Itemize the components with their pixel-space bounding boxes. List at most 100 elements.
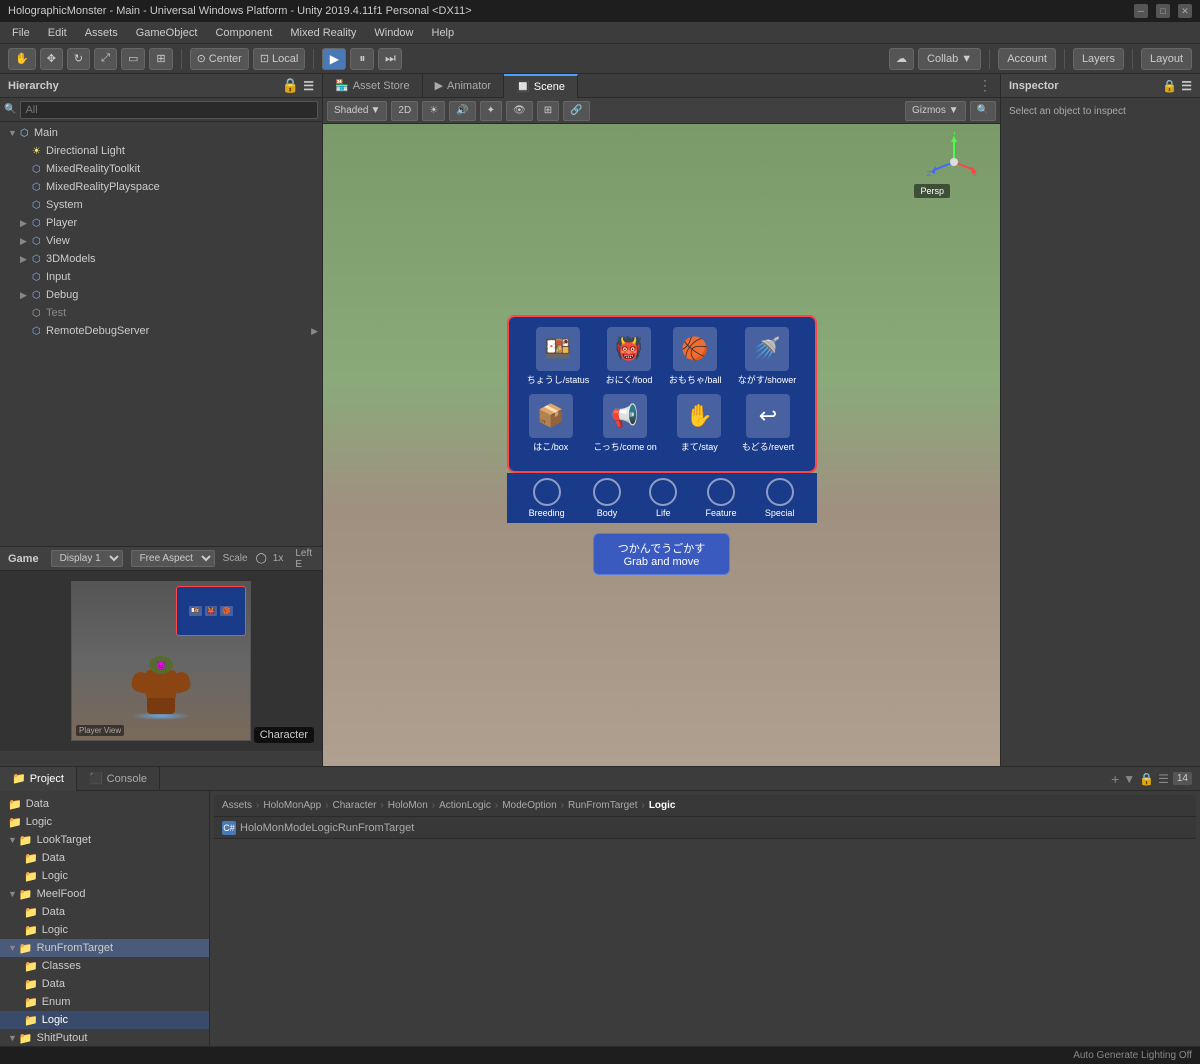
search-scene-btn[interactable]: 🔍 <box>970 101 996 121</box>
close-button[interactable]: ✕ <box>1178 4 1192 18</box>
tab-breeding[interactable]: Breeding <box>529 478 565 518</box>
gizmos-button[interactable]: Gizmos ▼ <box>905 101 966 121</box>
hierarchy-lock-icon[interactable]: 🔒 <box>282 77 299 94</box>
transform-tool[interactable]: ⊞ <box>149 48 172 70</box>
menu-mixed-reality[interactable]: Mixed Reality <box>282 25 364 41</box>
options-icon[interactable]: ⋮ <box>978 77 992 94</box>
add-button[interactable]: + <box>1111 771 1119 787</box>
breadcrumb-assets[interactable]: Assets <box>222 800 252 811</box>
tree-rft-logic-selected[interactable]: 📁 Logic <box>0 1011 209 1029</box>
effects-button[interactable]: ✦ <box>480 101 502 121</box>
menu-component[interactable]: Component <box>207 25 280 41</box>
inspector-menu-icon[interactable]: ☰ <box>1181 79 1192 93</box>
tree-item-3dmodels[interactable]: ▶ ⬡ 3DModels <box>0 250 322 268</box>
tab-console[interactable]: ⬛ Console <box>77 767 160 791</box>
tree-item-debug[interactable]: ▶ ⬡ Debug <box>0 286 322 304</box>
breadcrumb-modeoption[interactable]: ModeOption <box>502 800 556 811</box>
file-item[interactable]: C# HoloMonModeLogicRunFromTarget <box>214 817 1196 839</box>
scale-tool[interactable]: ⤢ <box>94 48 117 70</box>
rotate-tool[interactable]: ↻ <box>67 48 90 70</box>
tab-feature[interactable]: Feature <box>706 478 737 518</box>
cloud-button[interactable]: ☁ <box>889 48 914 70</box>
layout-button[interactable]: Layout <box>1141 48 1192 70</box>
more-button[interactable]: ▼ <box>1123 772 1135 786</box>
menu-help[interactable]: Help <box>424 25 463 41</box>
menu-gameobject[interactable]: GameObject <box>128 25 206 41</box>
menu-edit[interactable]: Edit <box>40 25 75 41</box>
grab-button[interactable]: つかんでうごかす Grab and move <box>593 533 730 575</box>
inspector-lock-icon[interactable]: 🔒 <box>1162 79 1177 93</box>
tree-item-remotedebugserver[interactable]: ⬡ RemoteDebugServer ▶ <box>0 322 322 340</box>
breadcrumb-actionlogic[interactable]: ActionLogic <box>439 800 491 811</box>
2d-button[interactable]: 2D <box>391 101 418 121</box>
tree-looktarget-folder[interactable]: ▼ 📁 LookTarget <box>0 831 209 849</box>
game-item-stay[interactable]: ✋ まて/stay <box>677 394 721 453</box>
tab-body[interactable]: Body <box>593 478 621 518</box>
grid-button[interactable]: ⊞ <box>537 101 559 121</box>
tab-asset-store[interactable]: 🏪 Asset Store <box>323 74 423 98</box>
hierarchy-menu-icon[interactable]: ☰ <box>303 79 314 93</box>
tab-scene[interactable]: 🔲 Scene <box>504 74 578 98</box>
step-button[interactable]: ⏭ <box>378 48 402 70</box>
move-tool[interactable]: ✥ <box>40 48 63 70</box>
maximize-button[interactable]: □ <box>1156 4 1170 18</box>
center-button[interactable]: ⊙ Center <box>190 48 249 70</box>
tree-item-main[interactable]: ▼ ⬡ Main <box>0 124 322 142</box>
tree-item-mixedrealityplayspace[interactable]: ⬡ MixedRealityPlayspace <box>0 178 322 196</box>
pause-button[interactable]: ⏸ <box>350 48 374 70</box>
tree-looktarget-logic[interactable]: 📁 Logic <box>0 867 209 885</box>
tree-item-input[interactable]: ⬡ Input <box>0 268 322 286</box>
tree-item-mixedrealitytoolkit[interactable]: ⬡ MixedRealityToolkit <box>0 160 322 178</box>
tab-project[interactable]: 📁 Project <box>0 767 77 791</box>
bottom-menu-icon[interactable]: ☰ <box>1158 772 1169 786</box>
breadcrumb-holomon[interactable]: HoloMon <box>388 800 428 811</box>
tree-data-folder[interactable]: 📁 Data <box>0 795 209 813</box>
minimize-button[interactable]: ─ <box>1134 4 1148 18</box>
local-button[interactable]: ⊡ Local <box>253 48 306 70</box>
game-item-revert[interactable]: ↩ もどる/revert <box>742 394 794 453</box>
game-item-shower[interactable]: 🚿 ながす/shower <box>738 327 797 386</box>
tree-looktarget-data[interactable]: 📁 Data <box>0 849 209 867</box>
tree-shitputout-folder[interactable]: ▼ 📁 ShitPutout <box>0 1029 209 1046</box>
breadcrumb-holoapp[interactable]: HoloMonApp <box>263 800 321 811</box>
account-button[interactable]: Account <box>998 48 1056 70</box>
game-item-food[interactable]: 👹 おにく/food <box>606 327 653 386</box>
layers-button[interactable]: Layers <box>1073 48 1124 70</box>
scale-slider[interactable]: ◯ <box>256 553 267 564</box>
snap-button[interactable]: 🔗 <box>563 101 589 121</box>
tree-item-view[interactable]: ▶ ⬡ View <box>0 232 322 250</box>
breadcrumb-character[interactable]: Character <box>333 800 377 811</box>
tab-special[interactable]: Special <box>765 478 795 518</box>
tree-item-system[interactable]: ⬡ System <box>0 196 322 214</box>
tree-meelfood-data[interactable]: 📁 Data <box>0 903 209 921</box>
lock-bottom-icon[interactable]: 🔒 <box>1139 772 1154 786</box>
tree-item-player[interactable]: ▶ ⬡ Player <box>0 214 322 232</box>
breadcrumb-logic[interactable]: Logic <box>649 800 676 811</box>
hand-tool[interactable]: ✋ <box>8 48 36 70</box>
display-select[interactable]: Display 1 <box>51 550 123 567</box>
game-item-status[interactable]: 🍱 ちょうし/status <box>527 327 590 386</box>
tree-runfromtarget-folder[interactable]: ▼ 📁 RunFromTarget <box>0 939 209 957</box>
shaded-dropdown[interactable]: Shaded ▼ <box>327 101 387 121</box>
tree-rft-classes[interactable]: 📁 Classes <box>0 957 209 975</box>
tree-meelfood-folder[interactable]: ▼ 📁 MeelFood <box>0 885 209 903</box>
tree-item-test[interactable]: ⬡ Test <box>0 304 322 322</box>
tree-logic-folder[interactable]: 📁 Logic <box>0 813 209 831</box>
tab-animator[interactable]: ▶ Animator <box>423 74 505 98</box>
collab-button[interactable]: Collab ▼ <box>918 48 981 70</box>
menu-file[interactable]: File <box>4 25 38 41</box>
tree-item-directionallight[interactable]: ☀ Directional Light <box>0 142 322 160</box>
breadcrumb-runfromtarget[interactable]: RunFromTarget <box>568 800 637 811</box>
tree-rft-data[interactable]: 📁 Data <box>0 975 209 993</box>
game-item-come-on[interactable]: 📢 こっち/come on <box>593 394 656 453</box>
game-item-ball[interactable]: 🏀 おもちゃ/ball <box>669 327 722 386</box>
menu-assets[interactable]: Assets <box>77 25 126 41</box>
hidden-obj-button[interactable]: 👁 <box>506 101 533 121</box>
menu-window[interactable]: Window <box>366 25 421 41</box>
game-item-box[interactable]: 📦 はこ/box <box>529 394 573 453</box>
tab-life[interactable]: Life <box>649 478 677 518</box>
lighting-button[interactable]: ☀ <box>422 101 445 121</box>
audio-button[interactable]: 🔊 <box>449 101 475 121</box>
rect-tool[interactable]: ▭ <box>121 48 145 70</box>
aspect-select[interactable]: Free Aspect <box>131 550 215 567</box>
